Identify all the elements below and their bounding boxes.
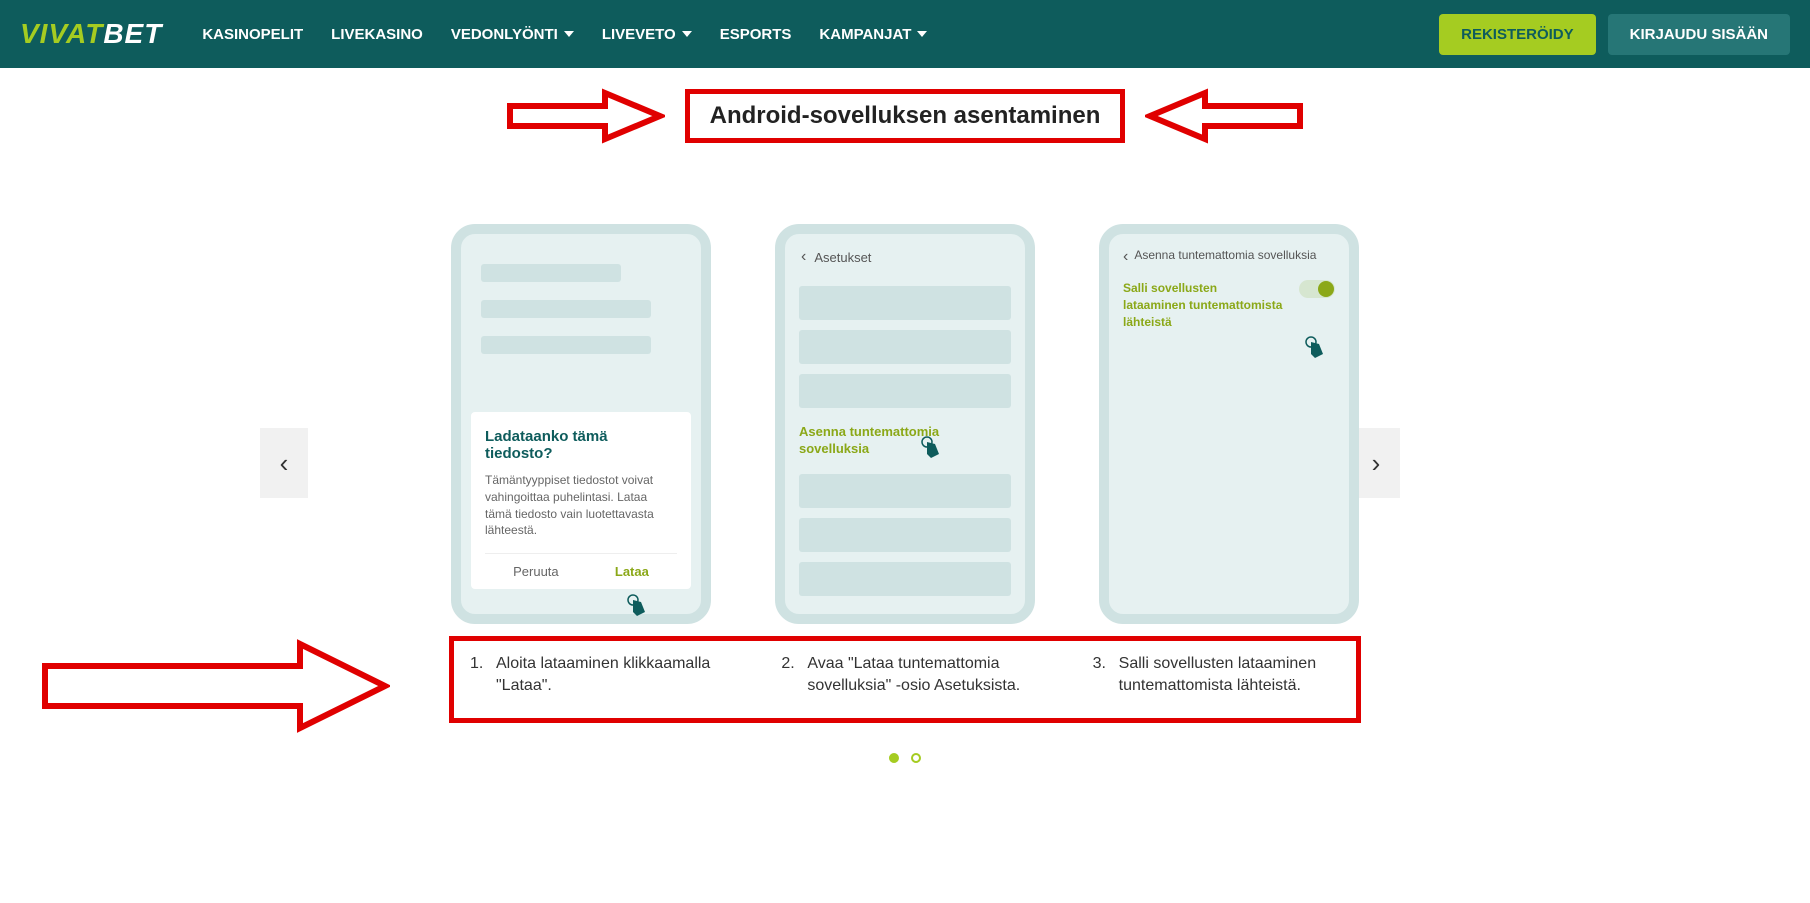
carousel-dots <box>0 753 1810 763</box>
chevron-down-icon <box>564 31 574 37</box>
title-row: Android-sovelluksen asentaminen <box>0 88 1810 144</box>
caption-3: 3. Salli sovellusten lataaminen tuntemat… <box>1093 653 1340 698</box>
arrow-right-annotation-icon <box>40 636 390 736</box>
tap-hand-icon <box>623 592 651 620</box>
carousel-dot-1[interactable] <box>889 753 899 763</box>
download-dialog: Ladataanko tämä tiedosto? Tämäntyyppiset… <box>471 412 691 589</box>
logo-part-1: VIVAT <box>20 18 103 49</box>
main-content: Android-sovelluksen asentaminen ‹ › Lada… <box>0 68 1810 803</box>
dialog-cancel-button: Peruuta <box>513 564 559 579</box>
settings-header: ‹ Asetukset <box>795 244 1015 276</box>
nav-esports[interactable]: ESPORTS <box>720 26 792 43</box>
captions-wrap: 1. Aloita lataaminen klikkaamalla "Lataa… <box>0 636 1810 723</box>
nav-vedonlyonti[interactable]: VEDONLYÖNTI <box>451 26 574 43</box>
login-button[interactable]: KIRJAUDU SISÄÄN <box>1608 14 1790 55</box>
header: VIVATBET KASINOPELIT LIVEKASINO VEDONLYÖ… <box>0 0 1810 68</box>
phone-mockup-3: ‹ Asenna tuntemattomia sovelluksia Salli… <box>1099 224 1359 624</box>
page-title: Android-sovelluksen asentaminen <box>685 89 1126 143</box>
back-chevron-icon: ‹ <box>801 248 806 266</box>
carousel-dot-2[interactable] <box>911 753 921 763</box>
dialog-download-button: Lataa <box>615 564 649 579</box>
nav-kampanjat[interactable]: KAMPANJAT <box>819 26 927 43</box>
allow-downloads-text: Salli sovellusten lataaminen tuntemattom… <box>1123 280 1283 330</box>
phone-mockup-2: ‹ Asetukset Asenna tuntemattomia sovellu… <box>775 224 1035 624</box>
install-unknown-header: ‹ Asenna tuntemattomia sovelluksia <box>1119 244 1339 276</box>
chevron-down-icon <box>682 31 692 37</box>
dialog-title: Ladataanko tämä tiedosto? <box>485 428 677 462</box>
arrow-right-annotation-icon <box>505 88 665 144</box>
register-button[interactable]: REKISTERÖIDY <box>1439 14 1596 55</box>
allow-toggle <box>1299 280 1335 298</box>
caption-1: 1. Aloita lataaminen klikkaamalla "Lataa… <box>470 653 717 698</box>
back-chevron-icon: ‹ <box>1123 248 1128 266</box>
nav-liveveto[interactable]: LIVEVETO <box>602 26 692 43</box>
phone-mockup-1: Ladataanko tämä tiedosto? Tämäntyyppiset… <box>451 224 711 624</box>
install-unknown-link: Asenna tuntemattomia sovelluksia <box>795 418 1015 464</box>
arrow-left-annotation-icon <box>1145 88 1305 144</box>
captions-box: 1. Aloita lataaminen klikkaamalla "Lataa… <box>449 636 1361 723</box>
nav-livekasino[interactable]: LIVEKASINO <box>331 26 423 43</box>
dialog-body: Tämäntyyppiset tiedostot voivat vahingoi… <box>485 472 677 539</box>
phones-row: Ladataanko tämä tiedosto? Tämäntyyppiset… <box>0 224 1810 624</box>
caption-2: 2. Avaa "Lataa tuntemattomia sovelluksia… <box>781 653 1028 698</box>
logo[interactable]: VIVATBET <box>20 18 162 50</box>
nav-kasinopelit[interactable]: KASINOPELIT <box>202 26 303 43</box>
chevron-down-icon <box>917 31 927 37</box>
main-nav: KASINOPELIT LIVEKASINO VEDONLYÖNTI LIVEV… <box>202 26 927 43</box>
tap-hand-icon <box>1301 334 1329 362</box>
tap-hand-icon <box>917 434 945 462</box>
logo-part-2: BET <box>103 18 162 49</box>
